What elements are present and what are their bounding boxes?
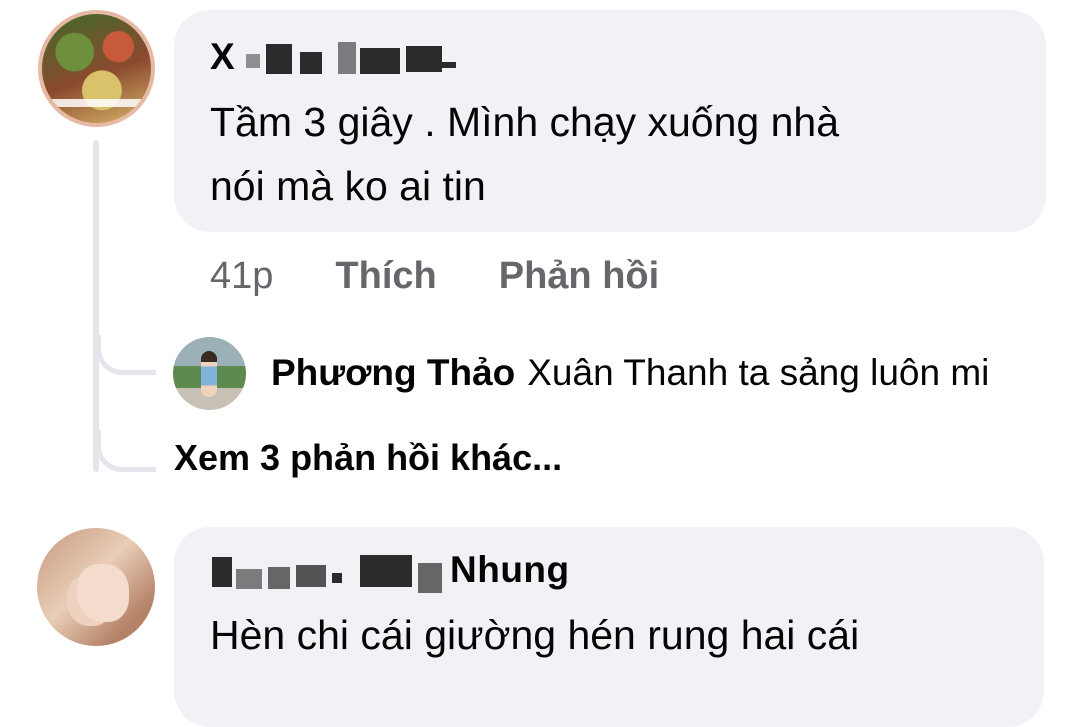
view-more-replies-link[interactable]: Xem 3 phản hồi khác...	[174, 437, 562, 479]
comment-text: Hèn chi cái giường hén rung hai cái	[210, 612, 860, 658]
reply-button[interactable]: Phản hồi	[499, 255, 659, 298]
thread-branch	[96, 335, 156, 375]
comment-author-redacted[interactable]: Nhung	[210, 549, 1008, 595]
author-initial: X	[210, 36, 236, 77]
avatar[interactable]	[38, 10, 155, 127]
reply-preview[interactable]: Phương Thảo Xuân Thanh ta sảng luôn mi	[271, 352, 989, 394]
reply-author[interactable]: Phương Thảo	[271, 352, 515, 393]
avatar[interactable]	[37, 528, 155, 646]
reply-text: Xuân Thanh ta sảng luôn mi	[527, 352, 990, 393]
like-button[interactable]: Thích	[335, 255, 436, 298]
author-visible-part: Nhung	[450, 549, 570, 590]
avatar[interactable]	[173, 337, 246, 410]
comment-timestamp[interactable]: 41p	[210, 255, 273, 298]
comment-bubble: Nhung Hèn chi cái giường hén rung hai cá…	[174, 527, 1044, 727]
thread-branch	[96, 430, 156, 472]
thread-line	[93, 140, 99, 472]
comment-bubble: X Tầm 3 giây . Mình chạy xuống nhà nói m…	[174, 10, 1046, 232]
comment-text: Tầm 3 giây . Mình chạy xuống nhà nói mà …	[210, 99, 840, 209]
comment-author-redacted[interactable]: X	[210, 36, 1010, 82]
comment-actions: 41p Thích Phản hồi	[210, 250, 659, 302]
